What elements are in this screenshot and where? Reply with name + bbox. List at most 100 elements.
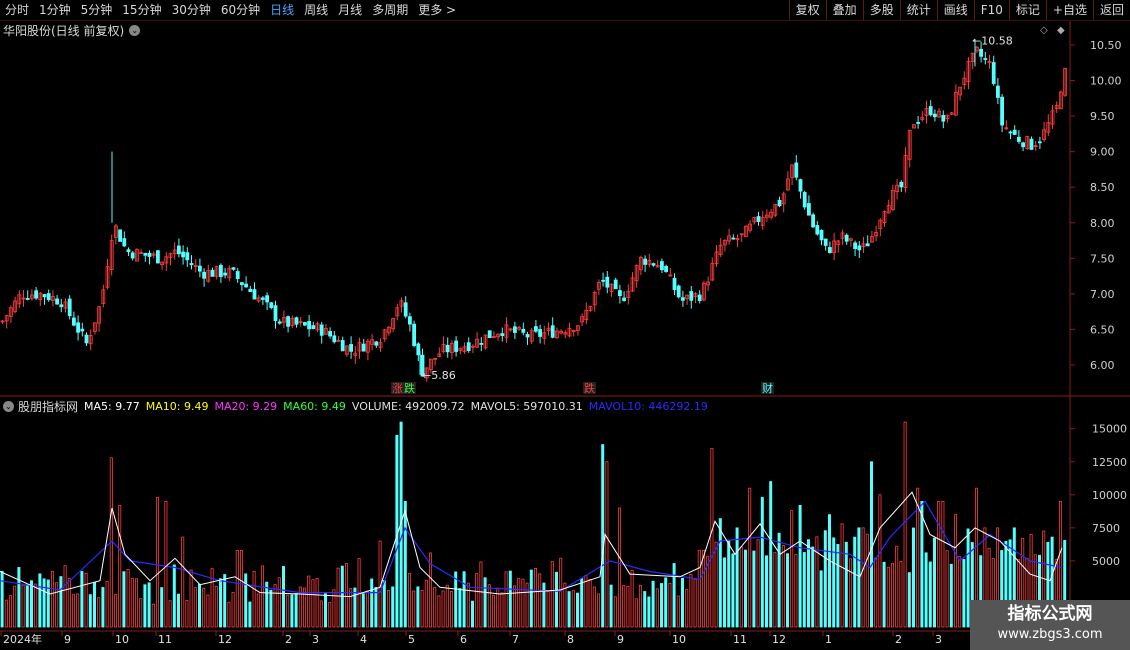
top-toolbar: 分时 1分钟 5分钟 15分钟 30分钟 60分钟 日线 周线 月线 多周期 更多 > 复权 叠加 多股…	[0, 0, 1130, 21]
volume-bar	[445, 584, 449, 628]
volume-bar	[517, 578, 521, 628]
volume-bar	[966, 528, 970, 628]
candle-body	[1012, 129, 1017, 135]
chevron-down-icon[interactable]: ⌄	[129, 25, 141, 36]
volume-bar	[155, 497, 159, 628]
volume-bar	[407, 572, 411, 628]
volume-bar	[882, 561, 886, 628]
toolbar-button-8[interactable]: 返回	[1092, 0, 1130, 20]
period-tab-2[interactable]: 5分钟	[76, 0, 118, 20]
volume-bar	[84, 572, 88, 628]
volume-bar	[193, 587, 197, 628]
volume-bar	[777, 532, 781, 628]
volume-bar	[521, 578, 525, 628]
volume-bar	[508, 570, 512, 628]
settings-diamond-icon[interactable]: ◆	[1057, 25, 1065, 36]
toolbar-button-2[interactable]: 多股	[862, 0, 900, 20]
xaxis-label-17: 2	[895, 633, 902, 646]
event-marker: 跌	[584, 381, 595, 395]
volume-bar	[59, 576, 63, 628]
candle-body	[853, 242, 857, 249]
toolbar-button-4[interactable]: 画线	[936, 0, 974, 20]
volume-bar	[210, 568, 214, 628]
candle-body	[811, 214, 815, 228]
volume-bar	[685, 589, 689, 628]
volume-bar	[218, 578, 222, 628]
diamond-icon[interactable]: ◇	[1040, 25, 1048, 36]
volume-bar	[420, 590, 424, 628]
period-tab-10[interactable]: 更多 >	[413, 0, 461, 20]
volume-bar	[555, 571, 559, 628]
kline-chart[interactable]: 10.50 10.00 9.50 9.00 8.50 8.00 7.50 7.00 6.50 6.…	[0, 21, 1130, 650]
chevron-down-icon[interactable]: ⌄	[3, 401, 14, 412]
candle-body	[349, 344, 354, 352]
volume-bar	[962, 559, 966, 628]
candle-body	[189, 263, 194, 266]
period-tab-3[interactable]: 15分钟	[117, 0, 166, 20]
volume-bar	[647, 596, 651, 628]
volume-bar	[928, 561, 932, 628]
candle-body	[302, 322, 307, 326]
volume-bar	[660, 583, 664, 628]
candle-body	[844, 234, 849, 242]
toolbar-button-7[interactable]: +自选	[1045, 0, 1093, 20]
candle-body	[601, 279, 605, 282]
period-tab-6[interactable]: 日线	[265, 0, 299, 20]
volume-bar	[529, 569, 533, 628]
volume-bar	[643, 591, 647, 628]
candle-body	[513, 326, 517, 333]
candle-body	[676, 285, 681, 298]
toolbar-button-5[interactable]: F10	[973, 0, 1009, 20]
volume-bar	[139, 598, 143, 628]
volume-bar	[114, 594, 118, 628]
volume-bar	[252, 570, 256, 628]
candle-body	[55, 298, 59, 305]
period-tab-9[interactable]: 多周期	[367, 0, 413, 20]
toolbar-button-6[interactable]: 标记	[1008, 0, 1046, 20]
volume-bar	[924, 552, 928, 628]
volume-bar	[235, 549, 239, 628]
volume-bar	[584, 575, 588, 628]
period-tab-8[interactable]: 月线	[333, 0, 367, 20]
candle-body	[332, 335, 337, 343]
candle-body	[651, 263, 656, 266]
volume-bar	[832, 537, 836, 628]
volume-bar	[580, 578, 584, 628]
period-tab-7[interactable]: 周线	[299, 0, 333, 20]
candle-body	[294, 317, 299, 325]
period-tab-5[interactable]: 60分钟	[216, 0, 265, 20]
volume-bar	[798, 504, 802, 628]
volume-tick-label: 12500	[1092, 456, 1127, 469]
watermark-url: www.zbgs3.com	[997, 627, 1103, 642]
volume-bar	[93, 581, 97, 628]
volume-bar	[202, 587, 206, 628]
volume-bar	[281, 566, 285, 628]
candle-body	[928, 106, 933, 116]
candle-body	[991, 62, 996, 84]
period-tab-0[interactable]: 分时	[0, 0, 34, 20]
period-tab-1[interactable]: 1分钟	[34, 0, 76, 20]
toolbar-button-1[interactable]: 叠加	[825, 0, 863, 20]
volume-bar	[958, 556, 962, 628]
volume-bar	[744, 549, 748, 628]
toolbar-button-0[interactable]: 复权	[788, 0, 826, 20]
candle-body	[815, 225, 820, 235]
volume-bar	[462, 571, 466, 628]
indicator-name[interactable]: 股朋指标网	[18, 398, 78, 415]
candle-body	[802, 192, 807, 208]
high-price-label: ↼10.58	[972, 34, 1013, 47]
candle-body	[72, 317, 76, 326]
volume-bar	[244, 573, 248, 628]
candle-body	[534, 326, 538, 332]
stock-title[interactable]: 华阳股份(日线 前复权) ⌄	[3, 22, 141, 39]
toolbar-button-3[interactable]: 统计	[899, 0, 937, 20]
volume-bar	[437, 595, 441, 628]
volume-bar	[630, 569, 634, 628]
volume-bar	[122, 571, 126, 628]
volume-bar	[454, 571, 458, 628]
volume-bar	[735, 527, 739, 628]
period-tab-4[interactable]: 30分钟	[167, 0, 216, 20]
volume-bar	[609, 584, 613, 628]
volume-bar	[126, 568, 130, 628]
volume-bar	[13, 585, 17, 628]
